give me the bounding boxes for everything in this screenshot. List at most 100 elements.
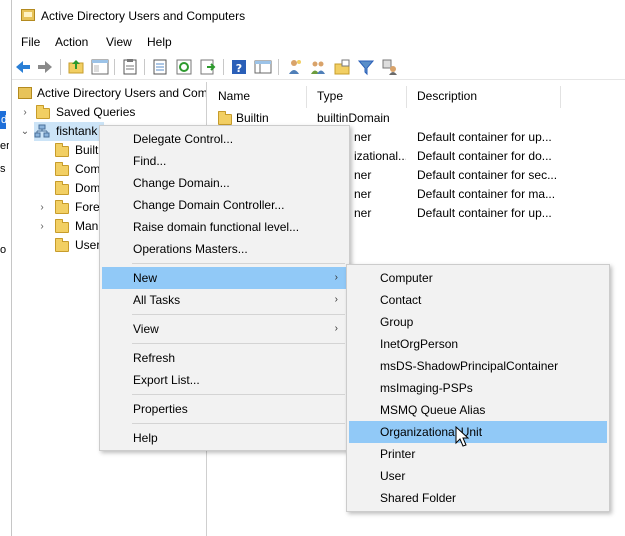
show-hide-tree-icon[interactable]: [91, 58, 109, 76]
table-cell-type: ner: [354, 130, 372, 144]
folder-icon: [55, 219, 69, 233]
back-arrow-icon[interactable]: [14, 58, 32, 76]
menu-item-label: New: [133, 271, 158, 285]
filter-icon[interactable]: [357, 58, 375, 76]
refresh-icon[interactable]: [175, 58, 193, 76]
submenu-item-msmq-queue-alias[interactable]: MSMQ Queue Alias: [349, 399, 607, 421]
menu-item-all-tasks[interactable]: All Tasks ›: [102, 289, 347, 311]
folder-icon: [55, 162, 69, 176]
column-header-description[interactable]: Description: [417, 86, 477, 106]
menu-item-find[interactable]: Find...: [102, 150, 347, 172]
column-header-type[interactable]: Type: [317, 86, 343, 106]
up-folder-icon[interactable]: [67, 58, 85, 76]
help-icon[interactable]: ?: [230, 58, 248, 76]
context-menu: Delegate Control... Find... Change Domai…: [99, 125, 350, 451]
tree-item-label: Saved Queries: [56, 105, 136, 119]
folder-icon: [36, 105, 50, 119]
export-icon[interactable]: [199, 58, 217, 76]
collapse-arrow-icon[interactable]: ⌄: [20, 127, 30, 137]
menu-item-change-dc[interactable]: Change Domain Controller...: [102, 194, 347, 216]
menu-action[interactable]: Action: [55, 35, 88, 49]
tree-root[interactable]: Active Directory Users and Com: [12, 84, 207, 103]
table-cell-type: ner: [354, 206, 372, 220]
view-pane-icon[interactable]: [254, 58, 272, 76]
tree-item-label: fishtank: [56, 124, 98, 138]
submenu-item-computer[interactable]: Computer: [349, 267, 607, 289]
menu-separator: [132, 314, 345, 315]
expand-arrow-icon[interactable]: ›: [37, 222, 47, 232]
new-user-icon[interactable]: [285, 58, 303, 76]
column-divider[interactable]: [306, 86, 307, 108]
tree-item-label: Man: [75, 219, 99, 233]
table-cell-type: ner: [354, 187, 372, 201]
folder-icon: [218, 111, 232, 125]
tree-item-label: Fore: [75, 200, 100, 214]
desktop-text: s: [0, 163, 6, 175]
expand-arrow-icon[interactable]: ›: [20, 108, 30, 118]
new-group-icon[interactable]: [309, 58, 327, 76]
window-title: Active Directory Users and Computers: [41, 9, 246, 23]
menu-item-raise-functional-level[interactable]: Raise domain functional level...: [102, 216, 347, 238]
menu-item-label: All Tasks: [133, 293, 181, 307]
properties-icon[interactable]: [121, 58, 139, 76]
toolbar: ?: [12, 54, 625, 80]
table-cell-description: Default container for sec...: [417, 168, 558, 182]
menu-item-label: View: [133, 322, 159, 336]
column-header-name[interactable]: Name: [218, 86, 250, 106]
submenu-arrow-icon: ›: [334, 294, 338, 305]
tree-item-label: Dom: [75, 181, 101, 195]
submenu-item-contact[interactable]: Contact: [349, 289, 607, 311]
submenu-item-shared-folder[interactable]: Shared Folder: [349, 487, 607, 509]
menu-separator: [132, 423, 345, 424]
expand-arrow-icon[interactable]: ›: [37, 203, 47, 213]
menu-item-refresh[interactable]: Refresh: [102, 347, 347, 369]
app-icon: [21, 9, 35, 21]
submenu-item-shadow-principal-container[interactable]: msDS-ShadowPrincipalContainer: [349, 355, 607, 377]
submenu-item-group[interactable]: Group: [349, 311, 607, 333]
desktop-background: d er s o: [0, 0, 11, 536]
toolbar-separator: [144, 59, 145, 75]
table-cell-description: Default container for do...: [417, 149, 552, 163]
submenu-item-printer[interactable]: Printer: [349, 443, 607, 465]
toolbar-separator: [223, 59, 224, 75]
menu-item-properties[interactable]: Properties: [102, 398, 347, 420]
submenu-item-user[interactable]: User: [349, 465, 607, 487]
tree-item-fishtank[interactable]: fishtank: [34, 122, 104, 141]
tree-root-label: Active Directory Users and Com: [37, 86, 207, 100]
menu-help[interactable]: Help: [147, 35, 172, 49]
domain-icon: [34, 124, 50, 138]
folder-icon: [55, 238, 69, 252]
menu-item-new[interactable]: New ›: [102, 267, 347, 289]
mouse-cursor-icon: [455, 426, 470, 447]
tree-item-label: User: [75, 238, 101, 252]
menu-separator: [132, 343, 345, 344]
column-divider[interactable]: [406, 86, 407, 108]
menu-item-export-list[interactable]: Export List...: [102, 369, 347, 391]
table-cell-type: izational...: [354, 149, 406, 163]
menu-item-delegate-control[interactable]: Delegate Control...: [102, 128, 347, 150]
delegate-icon[interactable]: [381, 58, 399, 76]
new-ou-icon[interactable]: [333, 58, 351, 76]
tree-item-saved-queries[interactable]: › Saved Queries: [12, 103, 206, 122]
tree-item-label: Built: [75, 143, 99, 157]
menu-item-operations-masters[interactable]: Operations Masters...: [102, 238, 347, 260]
menu-item-view[interactable]: View ›: [102, 318, 347, 340]
desktop-item-label: d: [0, 111, 6, 129]
menu-item-change-domain[interactable]: Change Domain...: [102, 172, 347, 194]
menu-item-help[interactable]: Help: [102, 427, 347, 449]
submenu-item-msimaging-psps[interactable]: msImaging-PSPs: [349, 377, 607, 399]
table-cell-description: Default container for ma...: [417, 187, 556, 201]
column-divider[interactable]: [560, 86, 561, 108]
submenu-item-organizational-unit[interactable]: Organizational Unit: [349, 421, 607, 443]
folder-icon: [55, 143, 69, 157]
menu-file[interactable]: File: [21, 35, 40, 49]
snapin-icon: [18, 87, 32, 99]
export-list-icon[interactable]: [151, 58, 169, 76]
title-bar[interactable]: Active Directory Users and Computers: [12, 0, 625, 32]
new-submenu: Computer Contact Group InetOrgPerson msD…: [346, 264, 610, 512]
table-cell-description: Default container for up...: [417, 130, 552, 144]
submenu-item-inetorgperson[interactable]: InetOrgPerson: [349, 333, 607, 355]
menu-view[interactable]: View: [106, 35, 132, 49]
forward-arrow-icon[interactable]: [36, 58, 54, 76]
desktop-text: o: [0, 244, 7, 256]
